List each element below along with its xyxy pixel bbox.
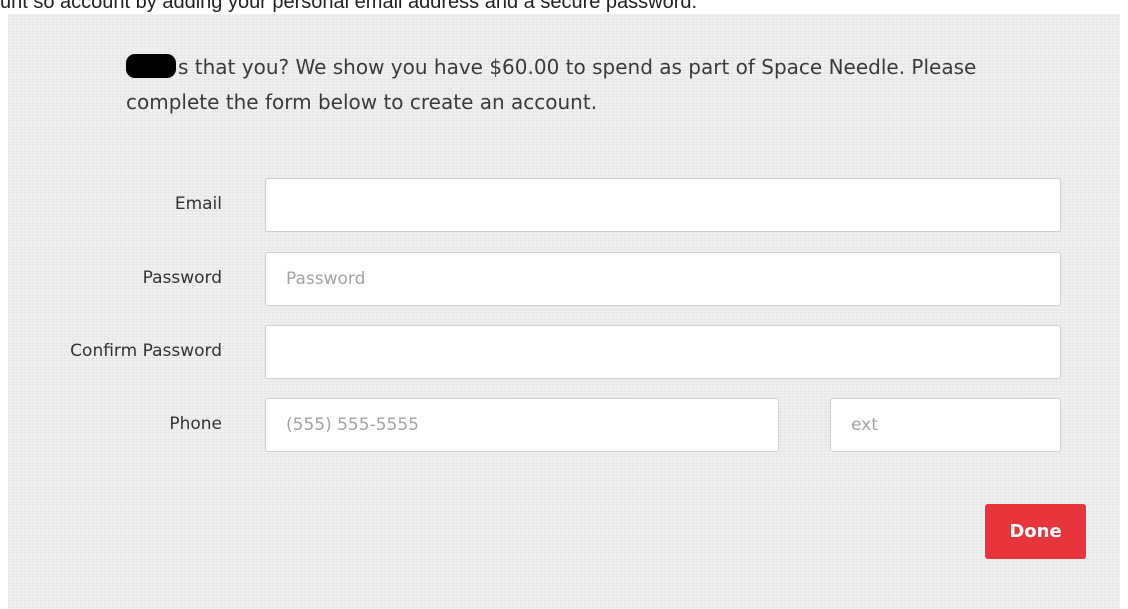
- email-field[interactable]: [265, 178, 1061, 232]
- done-button[interactable]: Done: [985, 504, 1086, 559]
- redacted-name: [126, 54, 176, 78]
- top-caption: unt so account by adding your personal e…: [0, 0, 698, 13]
- account-form-panel: s that you? We show you have $60.00 to s…: [8, 14, 1120, 609]
- email-label: Email: [174, 194, 222, 214]
- phone-label: Phone: [169, 414, 222, 434]
- confirm-password-field[interactable]: [265, 325, 1061, 379]
- intro-text: s that you? We show you have $60.00 to s…: [126, 55, 977, 114]
- password-label: Password: [142, 268, 222, 288]
- intro-message: s that you? We show you have $60.00 to s…: [126, 50, 1006, 120]
- password-field[interactable]: [265, 252, 1061, 306]
- phone-field[interactable]: [265, 398, 779, 452]
- phone-ext-field[interactable]: [830, 398, 1061, 452]
- confirm-password-label: Confirm Password: [70, 341, 222, 361]
